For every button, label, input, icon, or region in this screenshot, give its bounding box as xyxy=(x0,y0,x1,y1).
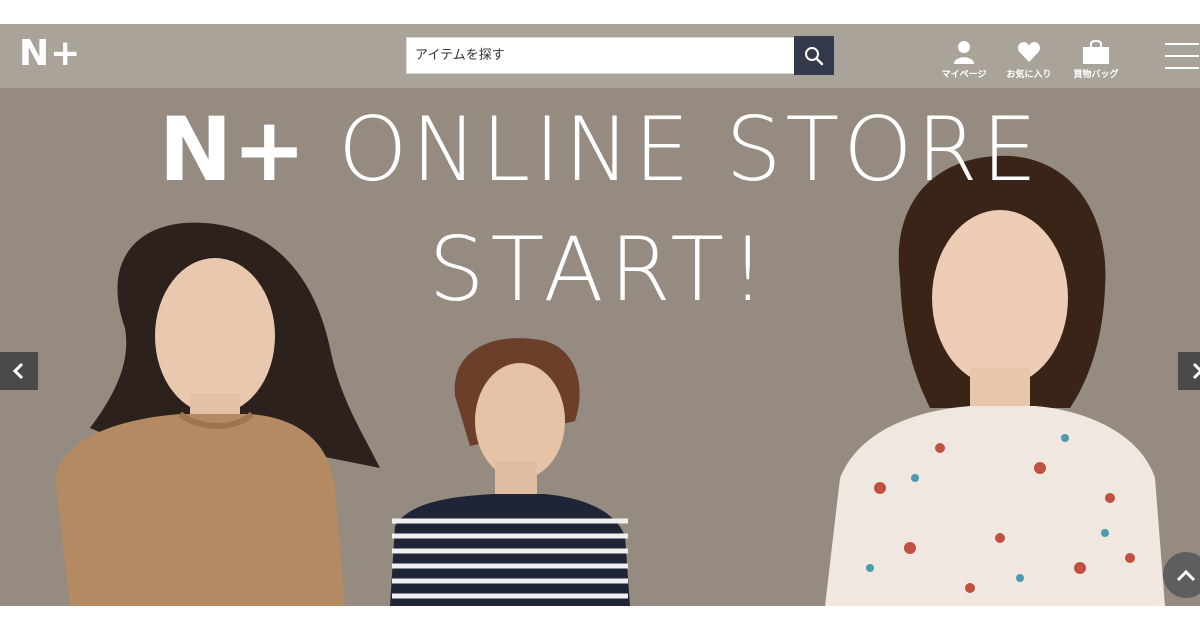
chevron-left-icon xyxy=(12,362,24,380)
person-icon xyxy=(954,41,974,64)
carousel-prev-button[interactable] xyxy=(0,352,38,390)
mypage-label: マイページ xyxy=(941,70,987,80)
model-center-image xyxy=(390,338,630,606)
search-input[interactable] xyxy=(407,38,795,73)
hero-title-brand: N+ xyxy=(158,98,307,201)
mypage-link[interactable]: マイページ xyxy=(938,40,990,80)
shopping-bag-link[interactable]: 買物バッグ xyxy=(1070,40,1122,80)
shopping-bag-label: 買物バッグ xyxy=(1073,70,1119,80)
hero-banner[interactable]: N+ ONLINE STORE START! xyxy=(0,88,1200,606)
hero-title-line2: START! xyxy=(428,218,772,321)
site-logo[interactable]: N+ xyxy=(19,34,81,74)
hero-title-text: ONLINE STORE xyxy=(338,98,1042,201)
search-icon xyxy=(805,46,824,65)
search-button[interactable] xyxy=(794,36,834,75)
hamburger-menu-icon[interactable] xyxy=(1165,43,1199,69)
bag-icon xyxy=(1083,40,1109,64)
carousel-next-button[interactable] xyxy=(1178,352,1200,390)
hero-title-line1: N+ ONLINE STORE xyxy=(0,100,1200,200)
favorites-link[interactable]: お気に入り xyxy=(1003,40,1055,80)
chevron-up-icon xyxy=(1176,569,1196,582)
search-box xyxy=(406,37,796,74)
site-header: N+ マイページ お気に入り 買物バッグ xyxy=(0,24,1200,88)
model-right-image xyxy=(825,155,1165,606)
heart-icon xyxy=(1017,42,1041,62)
favorites-label: お気に入り xyxy=(1006,70,1052,80)
chevron-right-icon xyxy=(1192,362,1200,380)
